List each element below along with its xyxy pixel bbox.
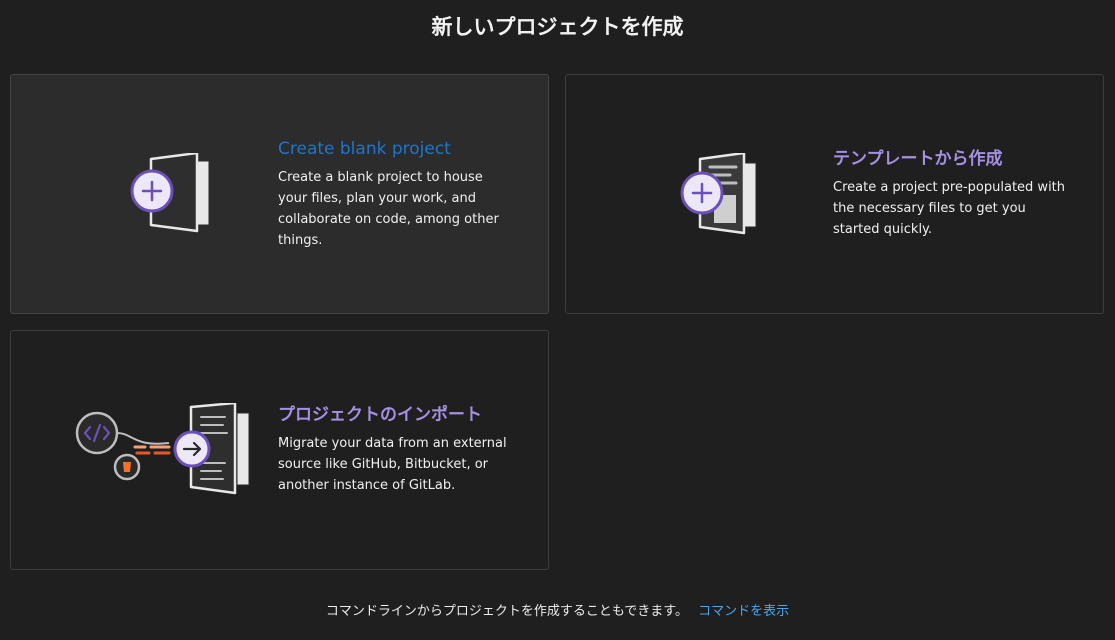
- import-project-description: Migrate your data from an external sourc…: [278, 436, 507, 493]
- command-line-hint: コマンドラインからプロジェクトを作成することもできます。 コマンドを表示: [0, 603, 1115, 621]
- create-blank-project-text: Create blank project Create a blank proj…: [278, 137, 508, 251]
- import-project-text: プロジェクトのインポート Migrate your data from an e…: [278, 403, 508, 496]
- show-command-link[interactable]: コマンドを表示: [698, 604, 789, 619]
- import-document-icon: [73, 401, 253, 499]
- new-project-page: 新しいプロジェクトを作成 Create blank project Create…: [0, 0, 1115, 640]
- template-document-icon: [674, 151, 758, 237]
- create-from-template-text: テンプレートから作成 Create a project pre-populate…: [833, 147, 1073, 240]
- create-from-template-title: テンプレートから作成: [833, 149, 1003, 169]
- create-from-template-card[interactable]: テンプレートから作成 Create a project pre-populate…: [565, 74, 1104, 314]
- create-blank-project-description: Create a blank project to house your fil…: [278, 170, 499, 248]
- page-title: 新しいプロジェクトを作成: [431, 15, 684, 39]
- import-project-title: プロジェクトのインポート: [278, 405, 482, 425]
- create-from-template-description: Create a project pre-populated with the …: [833, 180, 1066, 237]
- import-project-card[interactable]: プロジェクトのインポート Migrate your data from an e…: [10, 330, 549, 570]
- command-line-hint-text: コマンドラインからプロジェクトを作成することもできます。: [325, 604, 689, 619]
- create-blank-project-title: Create blank project: [278, 139, 451, 159]
- create-blank-project-card[interactable]: Create blank project Create a blank proj…: [10, 74, 549, 314]
- new-project-document-icon: [121, 151, 211, 235]
